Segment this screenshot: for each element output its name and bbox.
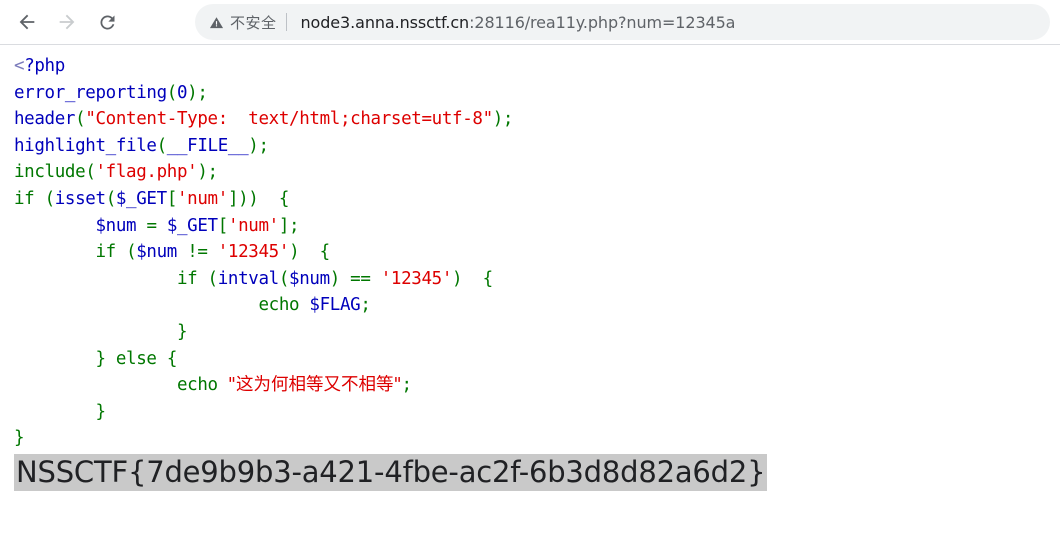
code-token-12345-1: '12345'	[217, 242, 290, 263]
code-token-if-1: if	[14, 188, 35, 209]
code-token-get-2: $_GET	[166, 215, 218, 236]
code-token-error-reporting: error_reporting	[14, 82, 167, 103]
forward-arrow-icon	[59, 14, 75, 30]
site-security-chip[interactable]: 不安全	[209, 12, 286, 33]
php-source-code: <?php error_reporting(0); header("Conten…	[14, 56, 514, 449]
page-content: <?php error_reporting(0); header("Conten…	[0, 45, 1060, 547]
code-token-if-2: if	[95, 242, 117, 263]
url-path: :28116/rea11y.php?num=12345a	[469, 12, 736, 32]
code-token-echo-2: echo	[176, 375, 218, 396]
url-host: node3.anna.nssctf.cn	[300, 12, 470, 32]
code-token-content-type-string: "Content-Type: text/html;charset=utf-8"	[85, 109, 493, 130]
code-token-include: include	[14, 162, 86, 183]
forward-button[interactable]	[50, 5, 84, 39]
code-token-intval: intval	[217, 268, 279, 289]
back-button[interactable]	[10, 5, 44, 39]
flag-output-line: NSSCTF{7de9b9b3-a421-4fbe-ac2f-6b3d8d82a…	[14, 453, 768, 491]
code-token-var-num-cmp: $num	[136, 242, 177, 263]
flag-value[interactable]: NSSCTF{7de9b9b3-a421-4fbe-ac2f-6b3d8d82a…	[14, 454, 768, 491]
code-token-12345-2: '12345'	[380, 268, 453, 289]
code-token-else: else	[115, 348, 157, 369]
code-token-flag-php-string: 'flag.php'	[95, 162, 198, 183]
code-token-var-flag: $FLAG	[309, 295, 361, 316]
code-token-var-num-intval: $num	[289, 268, 330, 289]
reload-icon	[99, 14, 114, 29]
code-token-header: header	[14, 109, 76, 130]
code-token-zero: 0	[176, 82, 188, 103]
back-arrow-icon	[19, 14, 35, 30]
address-bar[interactable]: 不安全 node3.anna.nssctf.cn:28116/rea11y.ph…	[195, 4, 1050, 40]
url-display[interactable]: node3.anna.nssctf.cn:28116/rea11y.php?nu…	[287, 13, 736, 32]
code-token-file-const: __FILE__	[166, 135, 249, 156]
code-token-get-1: $_GET	[115, 188, 167, 209]
code-token-echo-1: echo	[258, 295, 300, 316]
warning-triangle-icon	[209, 16, 224, 28]
code-token-php-open-tag: <?php	[14, 56, 65, 76]
code-token-num-key-1: 'num'	[177, 188, 228, 209]
code-token-chinese-message: "这为何相等又不相等"	[227, 375, 402, 396]
code-token-highlight-file: highlight_file	[14, 135, 157, 156]
reload-button[interactable]	[90, 5, 124, 39]
browser-toolbar: 不安全 node3.anna.nssctf.cn:28116/rea11y.ph…	[0, 0, 1060, 45]
security-status-label: 不安全	[230, 13, 277, 32]
code-token-if-3: if	[176, 268, 198, 289]
code-token-var-num-assign: $num	[95, 215, 137, 236]
code-token-num-key-2: 'num'	[227, 215, 279, 236]
code-token-isset: isset	[54, 188, 106, 209]
